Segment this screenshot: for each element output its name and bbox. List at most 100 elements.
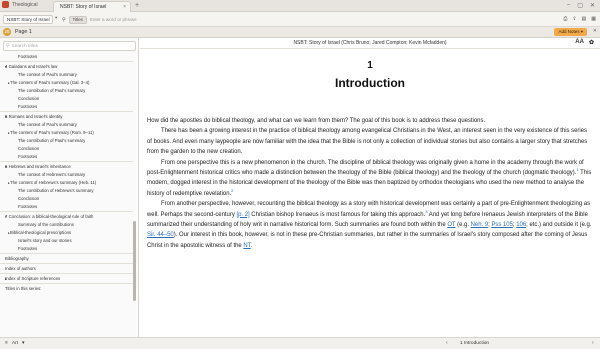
paragraph-3-text-a: From one perspective this is a new pheno… (147, 159, 584, 177)
toc-item[interactable]: Israel's story and our stories (0, 237, 133, 245)
toc-item-label: Footnotes (18, 54, 38, 59)
toc-item[interactable]: Footnotes (0, 53, 133, 61)
app-name: Theological (12, 1, 38, 8)
toc-item[interactable]: Summary of the contributions (0, 221, 133, 229)
panel-icon[interactable]: ▤ (582, 16, 587, 22)
search-scope-chip[interactable]: Titles (68, 15, 87, 24)
toc-item[interactable]: Bibliography (0, 253, 133, 263)
toc-item[interactable]: ▸ The content of Hebrews's summary (Heb. … (0, 179, 133, 187)
toc-item[interactable]: The context of Paul's summary (0, 121, 133, 129)
toc-item-label: The context of Paul's summary (18, 72, 77, 77)
toc-item-label: Israel's story and our stories (18, 238, 72, 243)
paragraph-4-text-d: (e.g. (455, 222, 471, 229)
reference-dropdown-icon[interactable]: ▾ (55, 15, 57, 21)
toc-item-label: The contribution of Paul's summary (18, 138, 86, 143)
panel-header: 28 Page 1 Add Notes ▾ ✕ (0, 27, 600, 38)
toc-item[interactable]: The contribution of Hebrews's summary (0, 187, 133, 195)
toc-item-label: The content of Paul's summary (Rom. 9–11… (10, 130, 94, 135)
title-search-input[interactable]: ⚲ Search titles (3, 41, 136, 51)
toc-item-label: Index of Scripture references (5, 276, 61, 281)
toc-item[interactable]: ▾ 6 Hebrews and Israel's inheritance (0, 161, 133, 171)
paragraph-3: From one perspective this is a new pheno… (147, 158, 593, 200)
collapsed-triangle-icon[interactable]: ▸ (8, 229, 10, 237)
toc-item-label: The context of Hebrews's summary (18, 172, 86, 177)
toc-item[interactable]: ▸ The content of Paul's summary (Rom. 9–1… (0, 129, 133, 137)
reference-input[interactable]: NSBT: Story of Israel (3, 15, 53, 24)
paragraph-4-text-h: ). Our interest in this book, however, i… (147, 232, 588, 249)
toc-item[interactable]: ▸ Index of Scripture references (0, 273, 133, 283)
toc-item-label: Biblical-theological prescriptions (10, 230, 72, 235)
toc-item[interactable]: The contribution of Paul's summary (0, 87, 133, 95)
chapter-body: How did the apostles do biblical theolog… (147, 116, 593, 251)
panel-close-icon[interactable]: ✕ (593, 28, 597, 34)
toc-item[interactable]: The contribution of Paul's summary (0, 137, 133, 145)
chevron-down-icon: ▾ (21, 341, 25, 346)
nt-link[interactable]: NT (243, 243, 250, 249)
settings-icon[interactable]: ✿ (589, 39, 594, 46)
toc-item-label: The context of Paul's summary (18, 122, 77, 127)
search-icon: ⚲ (6, 44, 10, 49)
toc-item[interactable]: ▾ 5 Romans and Israel's identity (0, 111, 133, 121)
collapsed-triangle-icon[interactable]: ▸ (8, 79, 10, 87)
toc-item[interactable]: ▸ The content of Paul's summary (Gal. 3–4… (0, 79, 133, 87)
prev-section-button[interactable]: ‹ (446, 340, 448, 346)
toc-item[interactable]: Conclusion (0, 95, 133, 103)
search-input[interactable]: Enter a word or phrase (90, 17, 137, 22)
psalm-106-link[interactable]: 106 (516, 222, 526, 228)
paragraph-4: From another perspective, however, recou… (147, 199, 593, 251)
tab-close-icon[interactable]: × (123, 4, 126, 10)
document-tab[interactable]: NSBT: Story of Israel × (53, 1, 131, 12)
grid-icon[interactable]: ▦ (591, 16, 596, 22)
status-left-label: Art (11, 341, 18, 346)
expanded-triangle-icon[interactable]: ▾ (5, 112, 7, 121)
expanded-triangle-icon[interactable]: ▾ (5, 162, 7, 171)
psalm-105-link[interactable]: Pss 105 (491, 222, 512, 228)
collapsed-triangle-icon[interactable]: ▸ (8, 129, 10, 137)
toc-item[interactable]: Footnotes (0, 203, 133, 211)
toc-item[interactable]: Conclusion (0, 195, 133, 203)
status-bar: ≡ Art ▾ ‹ 1 Introduction › (0, 337, 600, 349)
toc-item[interactable]: Conclusion (0, 145, 133, 153)
expanded-triangle-icon[interactable]: ▾ (5, 212, 7, 221)
toc-item[interactable]: Footnotes (0, 103, 133, 111)
footnote-2-link[interactable]: 2 (231, 188, 233, 193)
add-notes-button[interactable]: Add Notes ▾ (554, 28, 587, 36)
next-section-button[interactable]: › (592, 340, 594, 346)
toc-item-label: Conclusion (18, 146, 40, 151)
sirach-link[interactable]: Sir. 44–50 (147, 232, 174, 238)
app-logo-icon (2, 1, 9, 8)
print-icon[interactable]: ⎙ (563, 16, 567, 22)
font-size-icon[interactable]: AA (575, 39, 584, 46)
share-icon[interactable]: ⇪ (572, 16, 576, 22)
toc-item[interactable]: ▸ Biblical-theological prescriptions (0, 229, 133, 237)
maximize-icon[interactable]: ▢ (577, 2, 583, 9)
collapsed-triangle-icon[interactable]: ▸ (5, 274, 7, 283)
toc-item[interactable]: Footnotes (0, 245, 133, 253)
close-window-icon[interactable]: ✕ (590, 2, 595, 9)
search-bar[interactable]: ⚲ Titles Enter a word or phrase (62, 15, 212, 24)
toc-item[interactable]: ▾ 7 Conclusion: a biblical-theological ru… (0, 211, 133, 221)
status-left[interactable]: ≡ Art ▾ (5, 341, 24, 346)
paragraph-4-text-b: Christian bishop Irenaeus is most famous… (249, 211, 426, 218)
toc-item-label: Conclusion (18, 96, 40, 101)
toc-item[interactable]: ▾ 4 Galatians and Israel's law (0, 61, 133, 71)
toc-item-label: Footnotes (18, 104, 38, 109)
sidebar-scrollbar[interactable] (133, 221, 136, 301)
new-tab-button[interactable]: + (135, 2, 139, 10)
toc-item[interactable]: Footnotes (0, 153, 133, 161)
minimize-icon[interactable]: – (567, 2, 570, 9)
collapsed-triangle-icon[interactable]: ▸ (8, 179, 10, 187)
expanded-triangle-icon[interactable]: ▾ (5, 62, 7, 71)
toc-item-label: Index of authors (5, 266, 36, 271)
toc-item[interactable]: The context of Paul's summary (0, 71, 133, 79)
menu-icon[interactable]: ≡ (5, 341, 8, 346)
page-marker-link[interactable]: [p. 2] (236, 212, 249, 218)
toc-item[interactable]: Titles in this series: (0, 283, 133, 293)
nehemiah-9-link[interactable]: Neh. 9 (471, 222, 489, 228)
panel-badge[interactable]: 28 (3, 28, 11, 36)
toc-item[interactable]: Index of authors (0, 263, 133, 273)
paragraph-4-text-i: . (250, 242, 253, 249)
chapter-title: Introduction (335, 76, 405, 90)
toc-item[interactable]: The context of Hebrews's summary (0, 171, 133, 179)
toc-item-label: 6 Hebrews and Israel's inheritance (5, 164, 71, 169)
